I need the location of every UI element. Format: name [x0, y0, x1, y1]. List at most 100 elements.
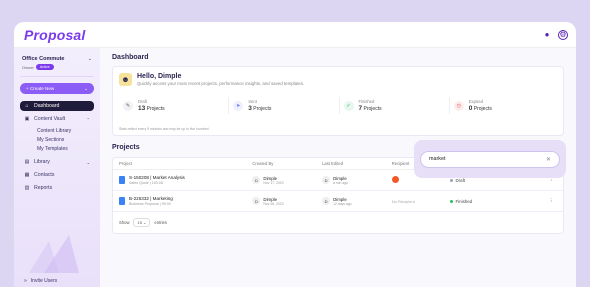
sidebar-item-label: Dashboard [34, 103, 60, 109]
column-header[interactable]: Last Edited [322, 161, 392, 166]
sidebar-subitem-content-library[interactable]: Content Library [20, 127, 94, 136]
reports-icon: ▥ [24, 185, 30, 191]
project-subtitle: Sales Quote | 153.06 [129, 181, 163, 185]
sidebar-subitem-my-sections[interactable]: My Sections [20, 136, 94, 145]
sidebar-item-label: Content Vault [34, 116, 66, 122]
status-badge: Finished [455, 198, 473, 204]
edited-date: a min ago [333, 180, 348, 185]
library-icon: ▤ [24, 159, 30, 165]
home-icon: ⌂ [25, 103, 29, 109]
search-value: market [429, 156, 446, 162]
column-header[interactable]: Project [113, 161, 252, 166]
sidebar-item-label: Contacts [34, 172, 55, 178]
top-bar: Proposal ● ⚙ [14, 22, 576, 48]
bell-icon[interactable]: ● [542, 30, 552, 40]
stat-unit: Projects [473, 106, 492, 112]
sidebar-item-library[interactable]: ▤ Library ⌄ [20, 157, 94, 167]
chevron-down-icon: ⌄ [86, 159, 90, 165]
create-new-button[interactable]: + Create New ⌄ [20, 83, 94, 94]
pencil-icon: ✎ [123, 100, 133, 111]
stat-count: 0 [468, 105, 473, 112]
status-badge: Active [35, 64, 54, 70]
vault-icon: ▣ [24, 116, 30, 122]
avatar: D [322, 197, 331, 205]
project-subtitle: Business Proposal | 99.00 [129, 202, 171, 206]
created-date: Nov 06, 2020 [263, 201, 284, 206]
invite-users-link[interactable]: » Invite Users [24, 278, 57, 284]
contacts-icon: ▦ [24, 172, 30, 178]
avatar: D [322, 176, 331, 184]
chevron-up-icon: ⌃ [86, 116, 90, 122]
sidebar-item-dashboard[interactable]: ⌂ Dashboard [20, 101, 94, 111]
created-date: Nov 17, 2020 [263, 180, 284, 185]
stat-count: 13 [138, 105, 146, 112]
sidebar-subitem-my-templates[interactable]: My Templates [20, 145, 94, 154]
greeting-subtitle: Quickly access your most recent projects… [137, 81, 305, 86]
stat-unit: Projects [146, 106, 165, 112]
app-window: Proposal ● ⚙ Office Commute Owner Active… [14, 22, 576, 287]
avatar: D [252, 176, 261, 184]
stat-count: 7 [358, 105, 363, 112]
sidebar-item-label: Reports [34, 185, 53, 191]
status-dot [449, 178, 453, 182]
stat-expired[interactable]: ◷ Expired 0 Projects [450, 97, 559, 114]
sidebar: Office Commute Owner Active ⌄ + Create N… [14, 48, 100, 287]
stat-finished[interactable]: ✓ Finished 7 Projects [340, 97, 450, 114]
chevron-down-icon[interactable]: ⌄ [88, 56, 92, 62]
stat-unit: Projects [363, 106, 382, 112]
column-header[interactable]: Created By [252, 161, 322, 166]
send-icon: ➤ [233, 100, 244, 111]
avatar: D [252, 197, 261, 205]
more-options-icon[interactable]: ⋮ [539, 198, 563, 204]
sidebar-item-content-vault[interactable]: ▣ Content Vault ⌃ [20, 114, 94, 124]
check-icon: ✓ [343, 100, 354, 111]
page-size-value: 15 [137, 220, 142, 225]
stat-count: 3 [248, 105, 252, 112]
entries-label: entries [154, 220, 167, 225]
greeting: Hello, Dimple [137, 73, 182, 80]
sidebar-nav: ⌂ Dashboard ▣ Content Vault ⌃ Content Li… [20, 101, 94, 193]
stat-label: Expired [468, 99, 483, 104]
document-icon [119, 176, 125, 184]
invite-icon: » [24, 278, 27, 284]
stat-label: Sent [248, 99, 257, 104]
chevron-down-icon: ⌄ [84, 85, 88, 91]
table-row[interactable]: B-225332 | Marketing Business Proposal |… [113, 191, 563, 212]
page-size-select[interactable]: 15 ⌄ [133, 218, 151, 227]
sidebar-item-reports[interactable]: ▥ Reports [20, 183, 94, 193]
org-name: Office Commute [22, 56, 65, 62]
table-footer: Show 15 ⌄ entries [113, 212, 563, 233]
close-icon[interactable]: ✕ [546, 156, 551, 163]
sidebar-item-contacts[interactable]: ▦ Contacts [20, 170, 94, 180]
recipient-logo-icon [391, 176, 399, 183]
invite-label: Invite Users [30, 278, 58, 284]
gear-icon[interactable]: ⚙ [558, 29, 568, 40]
stat-label: Finished [358, 99, 375, 104]
clock-icon: ◷ [453, 100, 464, 111]
create-new-label: + Create New [26, 86, 55, 91]
page-title: Dashboard [112, 54, 149, 61]
editor-name: Dimple [333, 175, 347, 181]
stats-row: ✎ Draft 13 Projects ➤ Sent 3 Projects ✓ [119, 97, 559, 114]
stats-note: Stats reflect every 5 minutes and may be… [119, 127, 209, 131]
status-badge: Draft [455, 177, 466, 183]
sidebar-item-label: Library [34, 159, 50, 165]
project-name[interactable]: B-225332 | Marketing [129, 196, 173, 201]
search-popover: market ✕ [414, 140, 566, 178]
recipient-text: No Recipient [391, 198, 415, 204]
stat-unit: Projects [253, 106, 272, 112]
org-switcher[interactable]: Office Commute Owner Active ⌄ [20, 54, 94, 77]
stat-draft[interactable]: ✎ Draft 13 Projects [119, 97, 230, 114]
show-label: Show [119, 220, 130, 225]
document-icon [119, 197, 125, 205]
avatar: ☻ [119, 73, 132, 86]
search-input[interactable]: market ✕ [420, 150, 560, 168]
org-role: Owner [22, 64, 34, 70]
edited-date: 12 days ago [333, 201, 352, 206]
stat-sent[interactable]: ➤ Sent 3 Projects [229, 97, 340, 114]
stat-label: Draft [138, 99, 148, 104]
app-logo[interactable]: Proposal [24, 27, 86, 43]
project-name[interactable]: S-150208 | Market Analysis [129, 175, 185, 180]
welcome-card: ☻ Hello, Dimple Quickly access your most… [112, 66, 564, 136]
status-dot [449, 199, 453, 203]
